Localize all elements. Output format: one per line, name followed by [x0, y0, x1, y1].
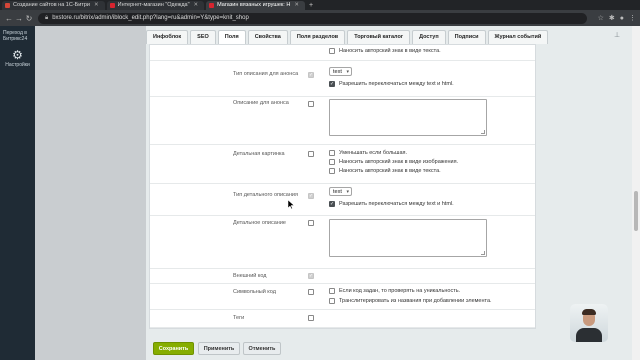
- reload-icon[interactable]: ↻: [24, 14, 34, 23]
- required-checkbox: [308, 72, 314, 78]
- browser-tab[interactable]: Интернет-магазин "Одежда" ✕: [106, 1, 205, 10]
- favicon-icon: [109, 3, 115, 8]
- lock-icon: 🔒︎: [45, 14, 49, 21]
- close-tab-icon[interactable]: ✕: [194, 1, 199, 10]
- page-scrollbar[interactable]: [632, 26, 640, 360]
- field-label: Символьный код: [233, 289, 276, 295]
- tab-fields[interactable]: Поля: [217, 30, 246, 44]
- browser-tab-active[interactable]: Магазин вязаных игрушек: Н ✕: [206, 1, 305, 10]
- address-bar: ← → ↻ 🔒︎ bxstore.ru/bitrix/admin/iblock_e…: [0, 10, 640, 26]
- form-row: Описание для анонса: [150, 97, 535, 145]
- option-label: Разрешить переключаться между text и htm…: [339, 201, 454, 207]
- form-row: Тип детального описания text Разрешить п…: [150, 184, 535, 216]
- allow-switch-checkbox[interactable]: [329, 81, 335, 87]
- required-checkbox[interactable]: [308, 101, 314, 107]
- field-label: Описание для анонса: [233, 100, 289, 106]
- form-tabs: Инфоблок SEO Поля Свойства Поля разделов…: [146, 30, 632, 44]
- allow-switch-checkbox[interactable]: [329, 201, 335, 207]
- option-label: Разрешить переключаться между text и htm…: [339, 81, 454, 87]
- favicon-icon: [5, 3, 10, 8]
- detail-type-select[interactable]: text: [329, 187, 352, 196]
- required-checkbox[interactable]: [308, 315, 314, 321]
- field-label: Внешний код: [233, 273, 267, 279]
- field-label: Детальное описание: [233, 220, 286, 226]
- new-tab-button[interactable]: +: [309, 1, 313, 10]
- option-checkbox[interactable]: [329, 48, 335, 54]
- preview-text-default-textarea[interactable]: [329, 99, 487, 136]
- tab-section-fields[interactable]: Поля разделов: [289, 30, 346, 44]
- profile-icon[interactable]: ●: [620, 15, 624, 22]
- form-row: Внешний код: [150, 269, 535, 284]
- option-label: Наносить авторский знак в виде текста.: [339, 168, 441, 174]
- menu-icon[interactable]: ⋮: [629, 14, 636, 22]
- browser-tab-label: Магазин вязаных игрушек: Н: [217, 2, 291, 8]
- form-row: Теги: [150, 310, 535, 328]
- browser-tab[interactable]: Создание сайтов на 1С-Битри ✕: [2, 1, 105, 10]
- webcam-overlay: [570, 304, 608, 342]
- browser-tab-label: Интернет-магазин "Одежда": [117, 2, 190, 8]
- close-tab-icon[interactable]: ✕: [294, 1, 299, 10]
- cursor-icon: [288, 200, 295, 210]
- form-row: Детальная картинка Уменьшать если больша…: [150, 145, 535, 184]
- back-icon[interactable]: ←: [4, 14, 14, 23]
- form-row: Тип описания для анонса text Разрешить п…: [150, 61, 535, 97]
- favicon-icon: [209, 3, 215, 8]
- goto-bitrix24-link[interactable]: Переход в Битрикс24: [0, 26, 35, 46]
- option-checkbox[interactable]: [329, 159, 335, 165]
- admin-sidebar: [35, 26, 146, 360]
- required-checkbox: [308, 193, 314, 199]
- required-checkbox: [308, 273, 314, 279]
- extension-icon[interactable]: ✱: [609, 14, 615, 22]
- save-button[interactable]: Сохранить: [153, 342, 194, 355]
- settings-label[interactable]: Настройки: [0, 62, 35, 68]
- tab-access[interactable]: Доступ: [412, 30, 446, 44]
- option-label: Транслитерировать из названия при добавл…: [339, 298, 492, 304]
- field-label: Тип описания для анонса: [233, 71, 299, 77]
- browser-tab-label: Создание сайтов на 1С-Битри: [13, 2, 90, 8]
- cancel-button[interactable]: Отменить: [243, 342, 281, 355]
- browser-tab-strip: Создание сайтов на 1С-Битри ✕ Интернет-м…: [0, 0, 640, 10]
- form-row: Символьный код Если код задан, то провер…: [150, 284, 535, 310]
- option-label: Уменьшать если большая.: [339, 150, 408, 156]
- option-label: Наносить авторский знак в виде изображен…: [339, 159, 459, 165]
- tab-seo[interactable]: SEO: [190, 30, 216, 44]
- fields-form: Наносить авторский знак в виде текста. Т…: [149, 44, 536, 329]
- option-checkbox[interactable]: [329, 150, 335, 156]
- option-checkbox[interactable]: [329, 298, 335, 304]
- required-checkbox[interactable]: [308, 289, 314, 295]
- required-checkbox[interactable]: [308, 220, 314, 226]
- url-text: bxstore.ru/bitrix/admin/iblock_edit.php?…: [52, 14, 249, 21]
- apply-button[interactable]: Применить: [198, 342, 240, 355]
- option-label: Если код задан, то проверять на уникальн…: [339, 288, 461, 294]
- bitrix-left-panel: Переход в Битрикс24 ⚙ Настройки: [0, 26, 35, 360]
- url-field[interactable]: 🔒︎ bxstore.ru/bitrix/admin/iblock_edit.ph…: [38, 12, 587, 24]
- required-checkbox[interactable]: [308, 151, 314, 157]
- gear-icon[interactable]: ⚙: [0, 48, 35, 62]
- field-label: Тип детального описания: [233, 192, 298, 198]
- star-icon[interactable]: ☆: [598, 14, 604, 22]
- tab-event-log[interactable]: Журнал событий: [487, 30, 549, 44]
- tab-iblock[interactable]: Инфоблок: [146, 30, 189, 44]
- option-checkbox[interactable]: [329, 288, 335, 294]
- detail-text-default-textarea[interactable]: [329, 219, 487, 257]
- field-label: Детальная картинка: [233, 151, 285, 157]
- preview-type-select[interactable]: text: [329, 67, 352, 76]
- tab-properties[interactable]: Свойства: [247, 30, 288, 44]
- option-label: Наносить авторский знак в виде текста.: [339, 48, 441, 54]
- forward-icon[interactable]: →: [14, 14, 24, 23]
- scrollbar-thumb[interactable]: [634, 191, 638, 231]
- tab-trade-catalog[interactable]: Торговый каталог: [347, 30, 411, 44]
- tab-captions[interactable]: Подписи: [447, 30, 486, 44]
- form-row: Наносить авторский знак в виде текста.: [150, 45, 535, 61]
- field-label: Теги: [233, 315, 245, 321]
- pin-icon[interactable]: ⊥: [614, 31, 620, 39]
- option-checkbox[interactable]: [329, 168, 335, 174]
- form-row: Детальное описание: [150, 216, 535, 269]
- close-tab-icon[interactable]: ✕: [94, 1, 99, 10]
